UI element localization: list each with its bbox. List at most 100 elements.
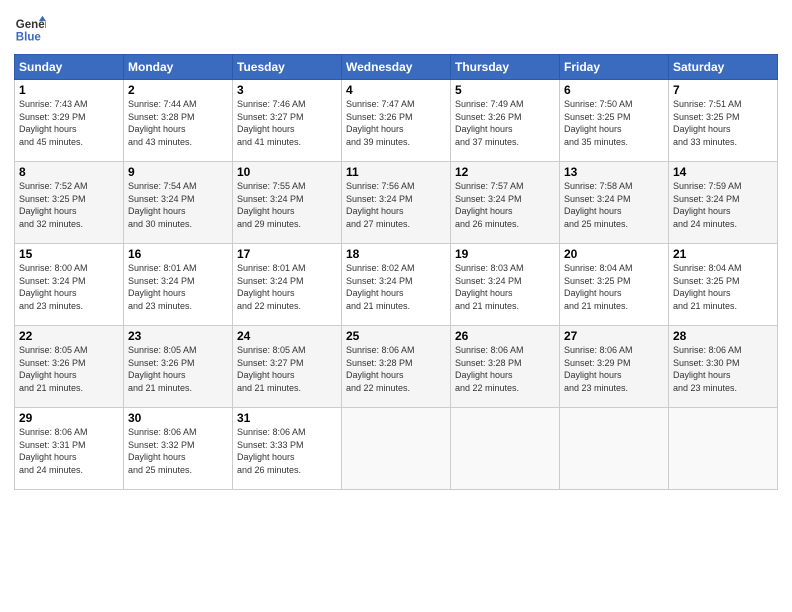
day-header-wednesday: Wednesday bbox=[342, 55, 451, 80]
day-detail: Sunrise: 8:01 AMSunset: 3:24 PMDaylight … bbox=[128, 262, 228, 312]
calendar-table: SundayMondayTuesdayWednesdayThursdayFrid… bbox=[14, 54, 778, 490]
header: General Blue bbox=[14, 10, 778, 46]
day-header-saturday: Saturday bbox=[669, 55, 778, 80]
logo: General Blue bbox=[14, 14, 46, 46]
day-header-tuesday: Tuesday bbox=[233, 55, 342, 80]
day-detail: Sunrise: 8:06 AMSunset: 3:28 PMDaylight … bbox=[455, 344, 555, 394]
calendar-cell: 4Sunrise: 7:47 AMSunset: 3:26 PMDaylight… bbox=[342, 80, 451, 162]
calendar-cell: 7Sunrise: 7:51 AMSunset: 3:25 PMDaylight… bbox=[669, 80, 778, 162]
day-detail: Sunrise: 7:44 AMSunset: 3:28 PMDaylight … bbox=[128, 98, 228, 148]
day-detail: Sunrise: 8:03 AMSunset: 3:24 PMDaylight … bbox=[455, 262, 555, 312]
calendar-cell: 30Sunrise: 8:06 AMSunset: 3:32 PMDayligh… bbox=[124, 408, 233, 490]
day-detail: Sunrise: 8:00 AMSunset: 3:24 PMDaylight … bbox=[19, 262, 119, 312]
svg-text:Blue: Blue bbox=[16, 32, 42, 44]
day-detail: Sunrise: 7:56 AMSunset: 3:24 PMDaylight … bbox=[346, 180, 446, 230]
calendar-cell: 2Sunrise: 7:44 AMSunset: 3:28 PMDaylight… bbox=[124, 80, 233, 162]
day-detail: Sunrise: 7:43 AMSunset: 3:29 PMDaylight … bbox=[19, 98, 119, 148]
day-detail: Sunrise: 7:57 AMSunset: 3:24 PMDaylight … bbox=[455, 180, 555, 230]
day-detail: Sunrise: 8:06 AMSunset: 3:32 PMDaylight … bbox=[128, 426, 228, 476]
day-number: 18 bbox=[346, 247, 446, 261]
day-number: 1 bbox=[19, 83, 119, 97]
calendar-cell: 28Sunrise: 8:06 AMSunset: 3:30 PMDayligh… bbox=[669, 326, 778, 408]
calendar-cell: 14Sunrise: 7:59 AMSunset: 3:24 PMDayligh… bbox=[669, 162, 778, 244]
day-number: 2 bbox=[128, 83, 228, 97]
day-header-monday: Monday bbox=[124, 55, 233, 80]
day-number: 26 bbox=[455, 329, 555, 343]
day-number: 10 bbox=[237, 165, 337, 179]
day-detail: Sunrise: 7:55 AMSunset: 3:24 PMDaylight … bbox=[237, 180, 337, 230]
day-number: 31 bbox=[237, 411, 337, 425]
calendar-cell: 26Sunrise: 8:06 AMSunset: 3:28 PMDayligh… bbox=[451, 326, 560, 408]
day-detail: Sunrise: 8:05 AMSunset: 3:27 PMDaylight … bbox=[237, 344, 337, 394]
day-number: 29 bbox=[19, 411, 119, 425]
calendar-cell: 1Sunrise: 7:43 AMSunset: 3:29 PMDaylight… bbox=[15, 80, 124, 162]
calendar-cell bbox=[451, 408, 560, 490]
day-detail: Sunrise: 7:59 AMSunset: 3:24 PMDaylight … bbox=[673, 180, 773, 230]
calendar-cell: 18Sunrise: 8:02 AMSunset: 3:24 PMDayligh… bbox=[342, 244, 451, 326]
page: General Blue SundayMondayTuesdayWednesda… bbox=[0, 0, 792, 612]
day-number: 13 bbox=[564, 165, 664, 179]
day-number: 8 bbox=[19, 165, 119, 179]
day-number: 30 bbox=[128, 411, 228, 425]
calendar-cell: 17Sunrise: 8:01 AMSunset: 3:24 PMDayligh… bbox=[233, 244, 342, 326]
day-header-sunday: Sunday bbox=[15, 55, 124, 80]
day-number: 16 bbox=[128, 247, 228, 261]
day-number: 9 bbox=[128, 165, 228, 179]
logo-icon: General Blue bbox=[14, 14, 46, 46]
calendar-cell: 31Sunrise: 8:06 AMSunset: 3:33 PMDayligh… bbox=[233, 408, 342, 490]
day-detail: Sunrise: 8:06 AMSunset: 3:33 PMDaylight … bbox=[237, 426, 337, 476]
calendar-cell: 13Sunrise: 7:58 AMSunset: 3:24 PMDayligh… bbox=[560, 162, 669, 244]
day-detail: Sunrise: 8:04 AMSunset: 3:25 PMDaylight … bbox=[673, 262, 773, 312]
day-number: 4 bbox=[346, 83, 446, 97]
calendar-cell: 9Sunrise: 7:54 AMSunset: 3:24 PMDaylight… bbox=[124, 162, 233, 244]
day-detail: Sunrise: 7:51 AMSunset: 3:25 PMDaylight … bbox=[673, 98, 773, 148]
calendar-header-row: SundayMondayTuesdayWednesdayThursdayFrid… bbox=[15, 55, 778, 80]
calendar-cell: 15Sunrise: 8:00 AMSunset: 3:24 PMDayligh… bbox=[15, 244, 124, 326]
calendar-cell: 6Sunrise: 7:50 AMSunset: 3:25 PMDaylight… bbox=[560, 80, 669, 162]
calendar-cell bbox=[560, 408, 669, 490]
calendar-week-row: 8Sunrise: 7:52 AMSunset: 3:25 PMDaylight… bbox=[15, 162, 778, 244]
calendar-cell bbox=[342, 408, 451, 490]
calendar-cell: 27Sunrise: 8:06 AMSunset: 3:29 PMDayligh… bbox=[560, 326, 669, 408]
calendar-cell: 8Sunrise: 7:52 AMSunset: 3:25 PMDaylight… bbox=[15, 162, 124, 244]
day-detail: Sunrise: 7:54 AMSunset: 3:24 PMDaylight … bbox=[128, 180, 228, 230]
day-number: 23 bbox=[128, 329, 228, 343]
day-number: 24 bbox=[237, 329, 337, 343]
calendar-cell: 19Sunrise: 8:03 AMSunset: 3:24 PMDayligh… bbox=[451, 244, 560, 326]
calendar-cell: 24Sunrise: 8:05 AMSunset: 3:27 PMDayligh… bbox=[233, 326, 342, 408]
day-number: 3 bbox=[237, 83, 337, 97]
calendar-cell: 12Sunrise: 7:57 AMSunset: 3:24 PMDayligh… bbox=[451, 162, 560, 244]
calendar-cell: 3Sunrise: 7:46 AMSunset: 3:27 PMDaylight… bbox=[233, 80, 342, 162]
day-number: 5 bbox=[455, 83, 555, 97]
calendar-cell: 25Sunrise: 8:06 AMSunset: 3:28 PMDayligh… bbox=[342, 326, 451, 408]
day-header-thursday: Thursday bbox=[451, 55, 560, 80]
day-number: 28 bbox=[673, 329, 773, 343]
day-detail: Sunrise: 8:01 AMSunset: 3:24 PMDaylight … bbox=[237, 262, 337, 312]
day-number: 25 bbox=[346, 329, 446, 343]
day-number: 21 bbox=[673, 247, 773, 261]
calendar-cell: 16Sunrise: 8:01 AMSunset: 3:24 PMDayligh… bbox=[124, 244, 233, 326]
calendar-cell: 23Sunrise: 8:05 AMSunset: 3:26 PMDayligh… bbox=[124, 326, 233, 408]
day-number: 7 bbox=[673, 83, 773, 97]
day-header-friday: Friday bbox=[560, 55, 669, 80]
day-number: 14 bbox=[673, 165, 773, 179]
day-detail: Sunrise: 8:04 AMSunset: 3:25 PMDaylight … bbox=[564, 262, 664, 312]
calendar-week-row: 22Sunrise: 8:05 AMSunset: 3:26 PMDayligh… bbox=[15, 326, 778, 408]
day-detail: Sunrise: 8:06 AMSunset: 3:31 PMDaylight … bbox=[19, 426, 119, 476]
day-detail: Sunrise: 7:50 AMSunset: 3:25 PMDaylight … bbox=[564, 98, 664, 148]
day-number: 15 bbox=[19, 247, 119, 261]
day-number: 22 bbox=[19, 329, 119, 343]
calendar-cell: 20Sunrise: 8:04 AMSunset: 3:25 PMDayligh… bbox=[560, 244, 669, 326]
day-number: 11 bbox=[346, 165, 446, 179]
day-detail: Sunrise: 8:06 AMSunset: 3:30 PMDaylight … bbox=[673, 344, 773, 394]
day-number: 17 bbox=[237, 247, 337, 261]
calendar-week-row: 1Sunrise: 7:43 AMSunset: 3:29 PMDaylight… bbox=[15, 80, 778, 162]
calendar-cell: 29Sunrise: 8:06 AMSunset: 3:31 PMDayligh… bbox=[15, 408, 124, 490]
day-number: 12 bbox=[455, 165, 555, 179]
day-detail: Sunrise: 7:52 AMSunset: 3:25 PMDaylight … bbox=[19, 180, 119, 230]
day-detail: Sunrise: 7:46 AMSunset: 3:27 PMDaylight … bbox=[237, 98, 337, 148]
day-detail: Sunrise: 8:02 AMSunset: 3:24 PMDaylight … bbox=[346, 262, 446, 312]
day-detail: Sunrise: 8:06 AMSunset: 3:28 PMDaylight … bbox=[346, 344, 446, 394]
day-number: 27 bbox=[564, 329, 664, 343]
day-detail: Sunrise: 8:06 AMSunset: 3:29 PMDaylight … bbox=[564, 344, 664, 394]
